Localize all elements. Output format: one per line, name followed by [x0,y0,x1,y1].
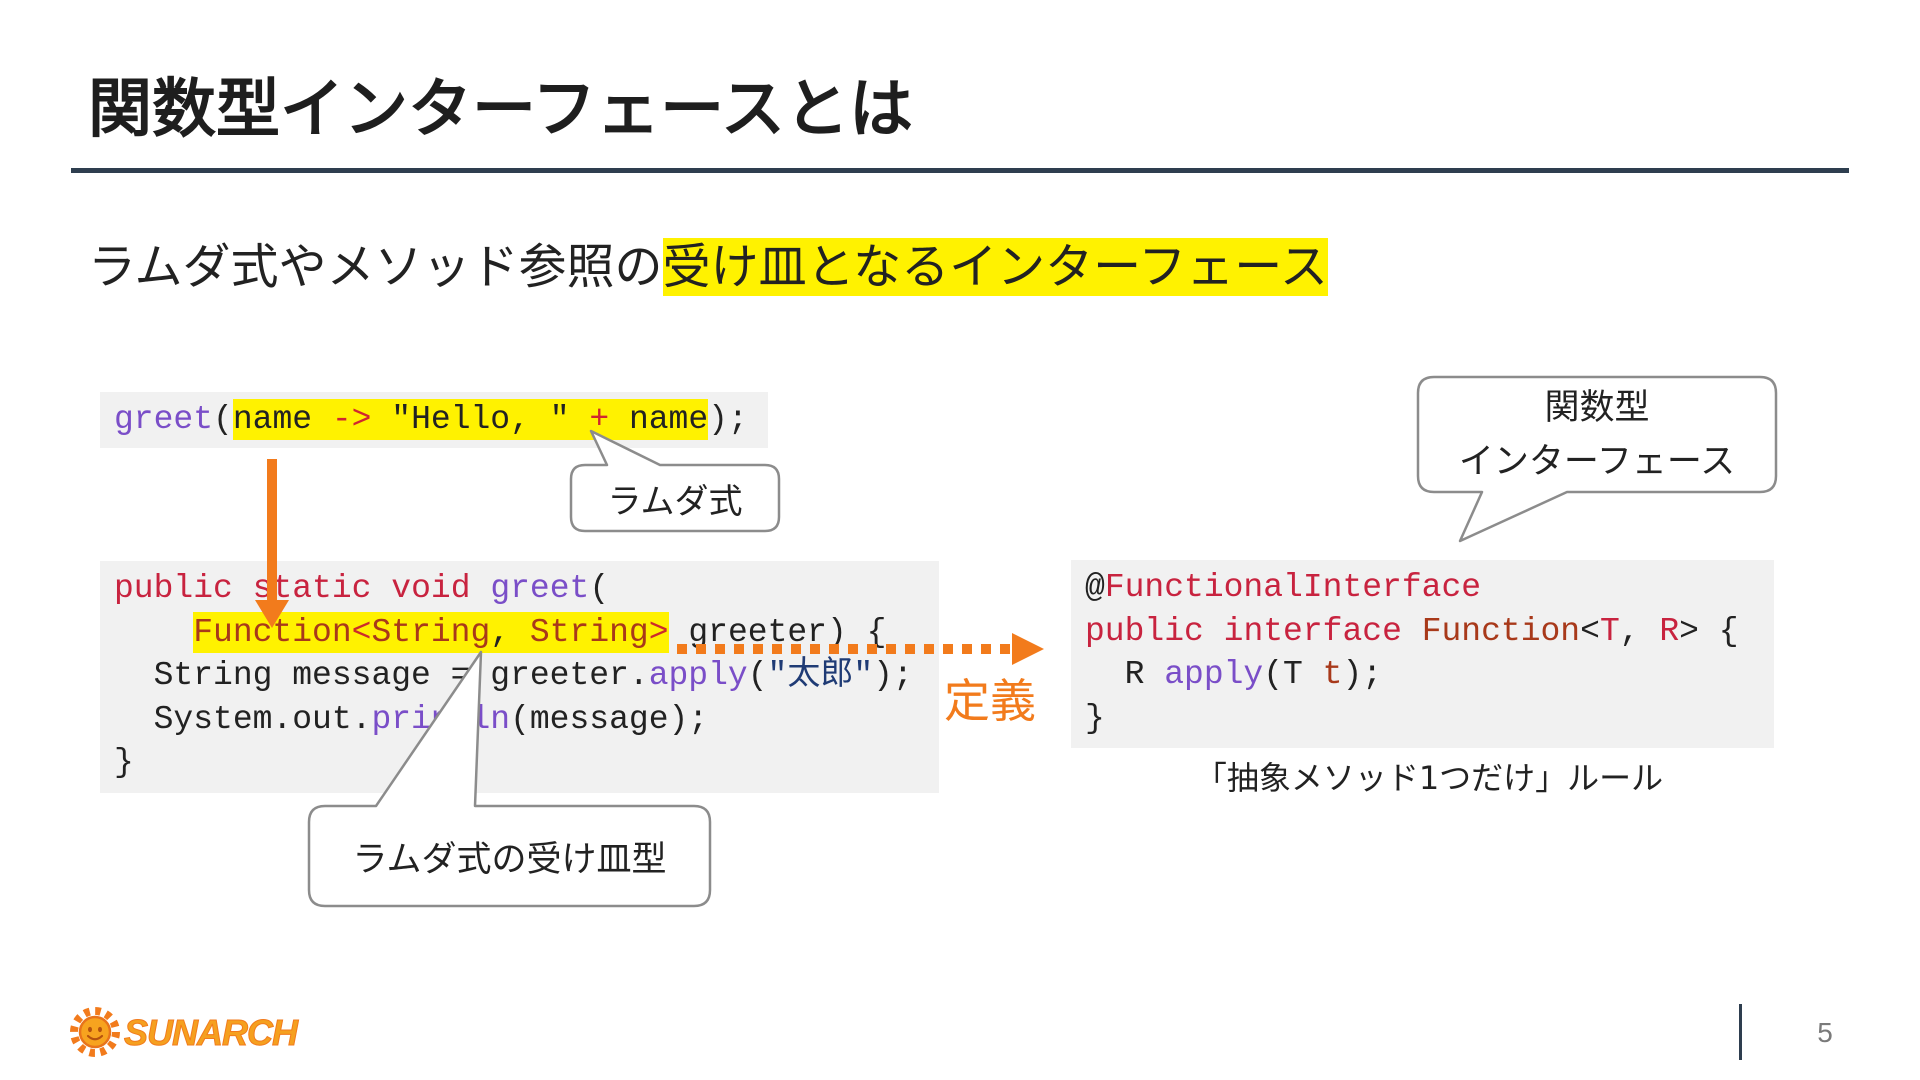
code-token: FunctionalInterface [1104,569,1482,606]
code-token: } [1085,699,1105,737]
definition-label: 定義 [944,674,1036,728]
callout-label: ラムダ式 [607,481,743,522]
highlighted-code-token: + [589,399,610,440]
code-token: "太郎" [767,657,874,694]
code-token: ( [589,570,610,607]
code-token: ( [213,401,233,438]
slide-subtitle: ラムダ式やメソッド参照の受け皿となるインターフェース [88,238,1328,296]
sunarch-logo: SUNARCH [68,1004,318,1060]
code-token: static [252,570,372,607]
highlighted-code-token: > [648,611,669,653]
code-token: R [1659,612,1680,650]
code-token: , [1619,612,1660,650]
highlighted-code-token: Function [193,611,352,653]
code-token: apply [648,657,748,694]
highlighted-code-token: , [490,611,530,653]
footer-divider [1739,1004,1742,1060]
callout-functional-interface: 関数型 インターフェース [1418,377,1776,492]
code-token: ( [747,657,768,694]
code-token: } [114,744,134,781]
code-token: (message); [510,700,709,738]
rule-caption: 「抽象メソッド1つだけ」ルール [1194,759,1664,797]
code-line: Function<String, String> greeter) { [114,611,939,655]
code-line: System.out.println(message); [114,698,939,742]
code-token: ); [1342,656,1383,693]
annotation-overlay [255,375,1778,908]
code-line: @FunctionalInterface [1085,566,1774,610]
code-block-greet-method: public static void greet( Function<Strin… [100,561,939,793]
code-token: greeter) { [668,613,887,651]
sun-logo-icon [70,1007,120,1057]
callout-lambda: ラムダ式 [571,465,779,531]
callout-lambda-receiver-type: ラムダ式の受け皿型 [309,806,710,906]
slide-title: 関数型インターフェースとは [88,73,913,147]
code-line: } [1085,697,1774,741]
highlighted-code-token: "Hello, " [371,399,590,440]
code-token: ); [708,401,748,438]
callout-label-line-2: インターフェース [1458,441,1736,482]
highlighted-code-token: String [371,611,491,653]
code-token: < [1580,612,1600,650]
logo-text: SUNARCH [124,1012,299,1054]
highlighted-code-token: < [351,611,372,653]
code-line: greet(name -> "Hello, " + name); [114,398,768,442]
code-line: R apply(T t); [1085,653,1774,697]
highlighted-code-token: name [609,399,709,440]
code-token: Function [1421,612,1581,650]
code-line: String message = greeter.apply("太郎"); [114,654,939,698]
code-token: ); [873,657,913,694]
code-token: interface [1223,612,1402,650]
code-token: (T [1263,656,1323,693]
code-token: apply [1164,656,1264,693]
page-number: 5 [1817,1017,1833,1048]
code-token: String message = greeter. [114,657,649,694]
highlighted-code-token: String [529,611,649,653]
code-line: } [114,741,939,785]
code-token: R [1085,656,1165,693]
code-token: greet [114,401,214,438]
code-block-function-interface: @FunctionalInterface public interface Fun… [1071,560,1774,748]
code-block-greet-call: greet(name -> "Hello, " + name); [100,392,768,448]
code-token: public [114,570,233,607]
code-token: @ [1085,569,1105,606]
code-token: T [1599,612,1620,650]
code-token: void [391,570,471,607]
callout-label: ラムダ式の受け皿型 [352,839,667,880]
subtitle-text: ラムダ式やメソッド参照の [88,239,663,295]
code-line: public interface Function<T, R> { [1085,610,1774,654]
code-token: System.out. [114,700,372,738]
subtitle-highlight: 受け皿となるインターフェース [662,238,1328,296]
highlighted-code-token: -> [331,399,372,440]
callout-label-line-1: 関数型 [1544,387,1650,428]
code-token: > { [1679,612,1739,650]
code-token: public [1085,612,1204,650]
code-token: println [371,700,511,738]
highlighted-code-token: name [232,399,332,440]
code-token: t [1322,656,1343,693]
code-token: greet [490,570,590,607]
title-divider [71,168,1849,173]
code-line: public static void greet( [114,567,939,611]
